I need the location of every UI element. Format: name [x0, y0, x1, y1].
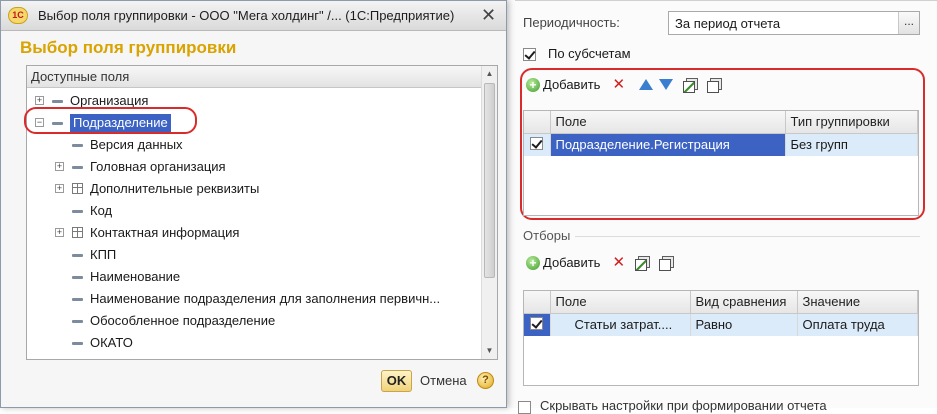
subaccounts-label: По субсчетам: [548, 46, 631, 61]
table-icon: [72, 227, 83, 238]
column-header-group-type[interactable]: Тип группировки: [785, 111, 918, 134]
filters-add-button[interactable]: + Добавить: [526, 255, 600, 270]
groups-table: Поле Тип группировки Подразделение.Регис…: [523, 110, 919, 216]
tree-item[interactable]: + Головная организация: [27, 156, 481, 178]
help-icon[interactable]: ?: [477, 372, 494, 389]
attribute-icon: [52, 100, 63, 103]
tree-item[interactable]: ОКАТО: [27, 332, 481, 354]
table-row[interactable]: Статьи затрат.... Равно Оплата труда: [524, 313, 918, 336]
tree-item[interactable]: Версия данных: [27, 134, 481, 156]
tree-item-label: Наименование: [90, 269, 181, 284]
close-button[interactable]: ✕: [481, 6, 496, 24]
expand-icon[interactable]: +: [35, 96, 44, 105]
scroll-down-arrow[interactable]: ▼: [482, 343, 497, 359]
column-header-check: [524, 291, 551, 314]
groups-add-button[interactable]: + Добавить: [526, 77, 600, 92]
hide-settings-label: Скрывать настройки при формировании отче…: [540, 398, 827, 413]
table-icon: [72, 183, 83, 194]
groups-toolbar: + Добавить ✕: [526, 77, 723, 93]
tree-item[interactable]: Наименование подразделения для заполнени…: [27, 288, 481, 310]
cell-value[interactable]: Оплата труда: [797, 313, 918, 336]
tree-item-label: Код: [90, 203, 113, 218]
add-icon: +: [526, 77, 540, 92]
attribute-icon: [72, 298, 83, 301]
table-row[interactable]: Подразделение.Регистрация Без групп: [524, 133, 918, 156]
panel-top-border: [515, 0, 937, 1]
expand-icon[interactable]: +: [55, 184, 64, 193]
column-header-check: [524, 111, 551, 134]
attribute-icon: [72, 276, 83, 279]
attribute-icon: [72, 144, 83, 147]
app-logo-icon: 1С: [8, 7, 28, 24]
row-checkbox[interactable]: [530, 136, 544, 150]
row-checkbox-cell[interactable]: [524, 133, 551, 156]
filters-table-header: Поле Вид сравнения Значение: [524, 291, 918, 314]
delete-icon[interactable]: ✕: [612, 77, 625, 92]
tree-item[interactable]: Обособленное подразделение: [27, 310, 481, 332]
column-header-field[interactable]: Поле: [550, 291, 691, 314]
column-header-comparison[interactable]: Вид сравнения: [690, 291, 798, 314]
tree-item[interactable]: КПП: [27, 244, 481, 266]
delete-icon[interactable]: ✕: [612, 255, 625, 270]
tree-item-label: Контактная информация: [90, 225, 240, 240]
column-header-value[interactable]: Значение: [797, 291, 918, 314]
check-all-icon[interactable]: [683, 77, 699, 93]
scroll-thumb[interactable]: [484, 83, 495, 278]
move-up-icon[interactable]: [639, 79, 654, 90]
tree-item-label: КПП: [90, 247, 117, 262]
attribute-icon: [72, 254, 83, 257]
ok-button[interactable]: OK: [381, 370, 412, 392]
scroll-up-arrow[interactable]: ▲: [482, 66, 497, 82]
tree-item-label: Дополнительные реквизиты: [90, 181, 260, 196]
attribute-icon: [72, 166, 83, 169]
cell-comparison[interactable]: Равно: [690, 313, 798, 336]
tree-item[interactable]: Код: [27, 200, 481, 222]
tree-item-label: Версия данных: [90, 137, 183, 152]
period-field[interactable]: За период отчета: [668, 11, 920, 35]
filters-table: Поле Вид сравнения Значение Статьи затра…: [523, 290, 919, 386]
groups-add-label: Добавить: [543, 77, 601, 92]
filters-divider: [575, 236, 920, 237]
cell-group-type[interactable]: Без групп: [785, 133, 918, 156]
attribute-icon: [72, 210, 83, 213]
tree-item-label: Головная организация: [90, 159, 226, 174]
tree-header: Доступные поля: [27, 66, 497, 88]
filters-add-label: Добавить: [543, 255, 601, 270]
cell-field[interactable]: Подразделение.Регистрация: [550, 133, 786, 156]
check-all-icon[interactable]: [635, 255, 651, 271]
move-down-icon[interactable]: [659, 79, 674, 90]
tree-item[interactable]: Наименование: [27, 266, 481, 288]
tree-item[interactable]: + Дополнительные реквизиты: [27, 178, 481, 200]
cancel-button[interactable]: Отмена: [420, 373, 467, 388]
title-bar[interactable]: 1С Выбор поля группировки - ООО "Мега хо…: [1, 1, 506, 31]
row-checkbox-cell[interactable]: [524, 313, 551, 336]
tree-item-label: Наименование подразделения для заполнени…: [90, 291, 441, 306]
uncheck-all-icon[interactable]: [659, 255, 675, 271]
cell-field[interactable]: Статьи затрат....: [550, 313, 691, 336]
filters-toolbar: + Добавить ✕: [526, 255, 675, 271]
dialog-heading: Выбор поля группировки: [20, 38, 237, 57]
attribute-icon: [72, 342, 83, 345]
window-title: Выбор поля группировки - ООО "Мега холди…: [38, 8, 455, 23]
column-header-field[interactable]: Поле: [550, 111, 786, 134]
tree-scrollbar[interactable]: ▲ ▼: [481, 66, 497, 359]
tree-item-label: ОКАТО: [90, 335, 133, 350]
uncheck-all-icon[interactable]: [707, 77, 723, 93]
row-checkbox[interactable]: [530, 316, 544, 330]
add-icon: +: [526, 255, 540, 270]
expand-icon[interactable]: +: [55, 228, 64, 237]
subaccounts-checkbox[interactable]: [523, 48, 536, 61]
tree-item[interactable]: + Контактная информация: [27, 222, 481, 244]
expand-icon[interactable]: +: [55, 162, 64, 171]
select-grouping-field-dialog: 1С Выбор поля группировки - ООО "Мега хо…: [0, 0, 507, 408]
attribute-icon: [72, 320, 83, 323]
period-label: Периодичность:: [523, 15, 620, 30]
selected-item-highlight: [24, 107, 197, 134]
filters-title: Отборы: [523, 228, 571, 243]
period-select-button[interactable]: ...: [898, 12, 919, 34]
groups-table-header: Поле Тип группировки: [524, 111, 918, 134]
tree-item-label: Обособленное подразделение: [90, 313, 276, 328]
